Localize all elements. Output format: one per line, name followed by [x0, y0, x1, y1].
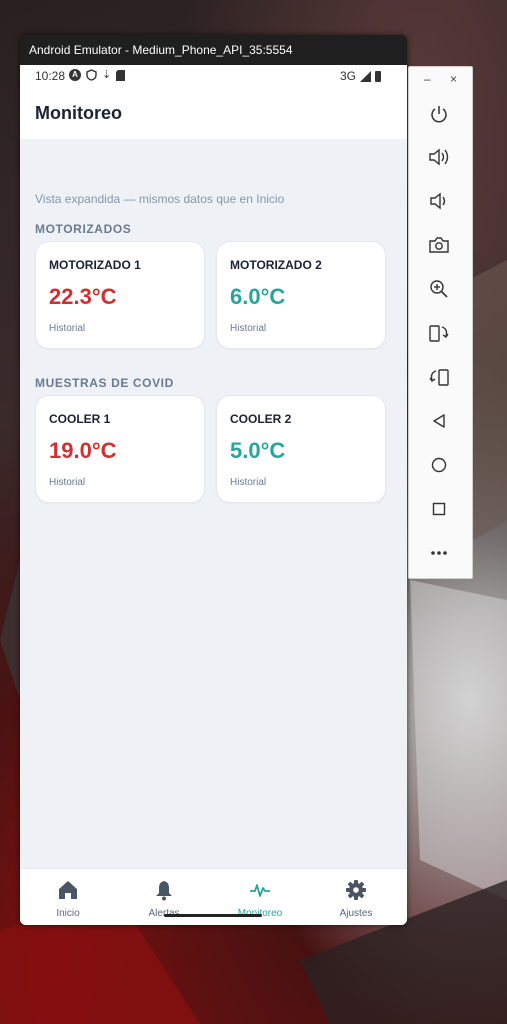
nav-item-inicio[interactable]: Inicio: [20, 869, 116, 925]
signal-icon: [360, 70, 371, 82]
volume-up-icon: [429, 148, 449, 166]
more-icon: [431, 551, 447, 555]
nav-label: Ajustes: [339, 908, 373, 919]
zoom-in-icon: [430, 280, 448, 298]
toolbar-window-controls: – ×: [409, 67, 472, 93]
camera-icon: [429, 237, 449, 253]
battery-icon: [375, 70, 381, 82]
sensor-temperature: 22.3°C: [49, 284, 117, 309]
emulator-side-toolbar: – ×: [408, 66, 473, 579]
power-icon: [431, 106, 447, 123]
section-label-muestras-covid: MUESTRAS DE COVID: [35, 376, 174, 390]
home-circle-icon: [431, 457, 447, 473]
download-icon: ⇣: [102, 69, 112, 81]
back-icon: [433, 414, 445, 428]
minimize-button[interactable]: –: [424, 72, 431, 86]
app-bar: Monitoreo: [20, 87, 407, 139]
status-time: 10:28: [35, 69, 66, 83]
rotate-right-button[interactable]: [426, 364, 452, 390]
status-right: 3G: [340, 69, 381, 83]
overview-button[interactable]: [426, 496, 452, 522]
home-button[interactable]: [426, 452, 452, 478]
nav-label: Inicio: [56, 908, 80, 919]
nav-item-ajustes[interactable]: Ajustes: [308, 869, 404, 925]
history-link[interactable]: Historial: [230, 477, 266, 488]
pulse-icon: [250, 884, 270, 897]
rotate-left-icon: [429, 325, 449, 342]
sensor-name: MOTORIZADO 2: [230, 258, 322, 272]
sensor-name: MOTORIZADO 1: [49, 258, 141, 272]
screenshot-button[interactable]: [426, 232, 452, 258]
phone-screen: 10:28 A ⇣ 3G Monitoreo Vista expandida —…: [20, 65, 407, 925]
power-button[interactable]: [426, 101, 452, 127]
volume-down-icon: [430, 192, 446, 210]
sensor-temperature: 6.0°C: [230, 284, 286, 309]
emulator-window: Android Emulator - Medium_Phone_API_35:5…: [20, 35, 407, 925]
sensor-name: COOLER 1: [49, 412, 111, 426]
history-link[interactable]: Historial: [49, 477, 85, 488]
sensor-card-motorizado-2[interactable]: MOTORIZADO 2 6.0°C Historial: [216, 241, 386, 349]
sensor-card-cooler-2[interactable]: COOLER 2 5.0°C Historial: [216, 395, 386, 503]
gear-icon: [346, 880, 366, 900]
sdcard-icon: [116, 69, 126, 81]
bell-icon: [156, 881, 172, 901]
bottom-navigation: Inicio Alertas Monitoreo: [20, 868, 407, 925]
back-button[interactable]: [426, 408, 452, 434]
rotate-right-icon: [429, 369, 449, 386]
close-button[interactable]: ×: [450, 72, 457, 86]
history-link[interactable]: Historial: [230, 323, 266, 334]
gesture-handle[interactable]: [164, 914, 262, 917]
page-title: Monitoreo: [35, 103, 122, 123]
sensor-name: COOLER 2: [230, 412, 292, 426]
sensor-card-cooler-1[interactable]: COOLER 1 19.0°C Historial: [35, 395, 205, 503]
status-bar: 10:28 A ⇣ 3G: [20, 65, 407, 87]
status-icons: A ⇣: [69, 68, 126, 82]
volume-up-button[interactable]: [426, 144, 452, 170]
rotate-left-button[interactable]: [426, 320, 452, 346]
zoom-button[interactable]: [426, 276, 452, 302]
sensor-temperature: 19.0°C: [49, 438, 117, 463]
volume-down-button[interactable]: [426, 188, 452, 214]
android-icon: A: [69, 69, 81, 81]
more-button[interactable]: [426, 540, 452, 566]
shield-icon: [86, 69, 97, 81]
network-label: 3G: [339, 69, 356, 83]
sensor-card-motorizado-1[interactable]: MOTORIZADO 1 22.3°C Historial: [35, 241, 205, 349]
overview-icon: [432, 502, 446, 516]
sensor-temperature: 5.0°C: [230, 438, 286, 463]
page-subtitle: Vista expandida — mismos datos que en In…: [35, 192, 285, 206]
history-link[interactable]: Historial: [49, 323, 85, 334]
emulator-title: Android Emulator - Medium_Phone_API_35:5…: [20, 35, 407, 65]
home-icon: [59, 881, 77, 899]
section-label-motorizados: MOTORIZADOS: [35, 222, 132, 236]
